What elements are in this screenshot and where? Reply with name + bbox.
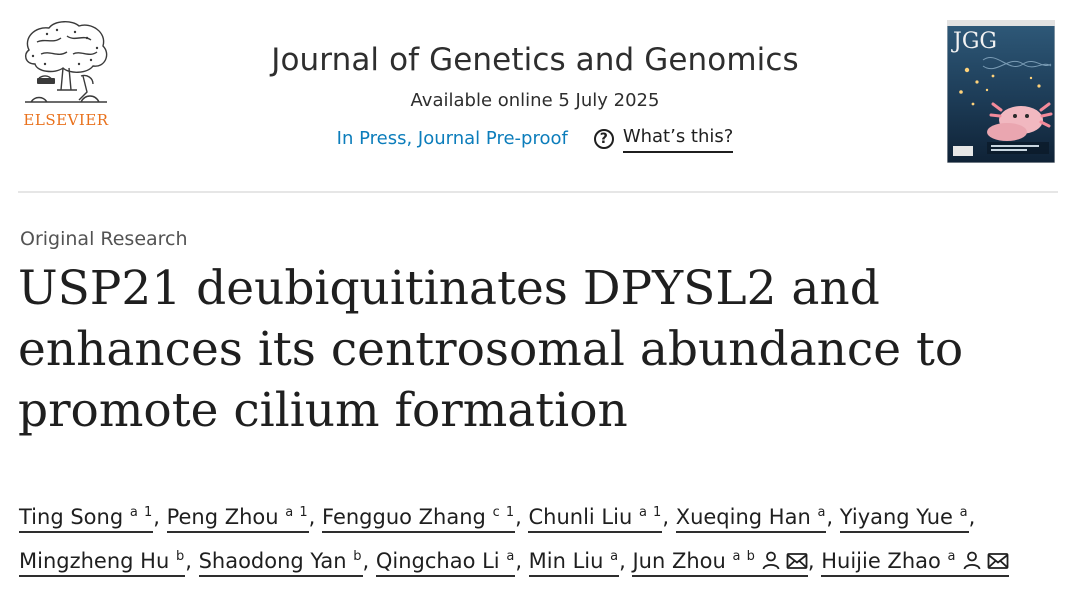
- author-affiliation-mark: a: [506, 549, 516, 564]
- author-affiliation-mark: a: [959, 505, 969, 520]
- publisher-wordmark: ELSEVIER: [23, 111, 109, 129]
- author-affiliation-mark: a 1: [129, 505, 154, 520]
- author-item: Qingchao Li a,: [375, 549, 529, 577]
- author-list: Ting Song a 1, Peng Zhou a 1, Fengguo Zh…: [19, 493, 1059, 583]
- author-affiliation-mark: a 1: [285, 505, 309, 520]
- author-affiliation-mark: a 1: [638, 505, 663, 520]
- author-name: Xueqing Han: [675, 505, 811, 529]
- available-online-date: Available online 5 July 2025: [410, 90, 660, 111]
- author-item: Shaodong Yan b,: [198, 549, 376, 577]
- author-link[interactable]: Fengguo Zhang c 1: [322, 505, 516, 533]
- author-link[interactable]: Huijie Zhao a: [821, 549, 1009, 577]
- author-name: Peng Zhou: [166, 505, 279, 529]
- person-icon: [761, 544, 781, 583]
- article-status-row: In Press, Journal Pre-proof ? What’s thi…: [195, 124, 875, 153]
- author-item: Yiyang Yue a,: [839, 505, 975, 533]
- author-affiliation-mark: b: [175, 549, 186, 564]
- author-link[interactable]: Chunli Liu a 1: [528, 505, 663, 533]
- author-link[interactable]: Yiyang Yue a: [839, 505, 969, 533]
- author-item: Min Liu a,: [528, 549, 633, 577]
- whats-this-button[interactable]: ? What’s this?: [593, 124, 734, 153]
- journal-masthead: Journal of Genetics and Genomics Availab…: [195, 40, 875, 153]
- author-link[interactable]: Mingzheng Hu b: [19, 549, 186, 577]
- author-item: Xueqing Han a,: [675, 505, 840, 533]
- elsevier-logo[interactable]: ELSEVIER: [17, 20, 115, 130]
- cover-journal-abbrev: JGG: [951, 29, 997, 54]
- author-item: Huijie Zhao a: [821, 549, 1009, 577]
- header-divider: [18, 191, 1058, 193]
- question-circle-icon: ?: [593, 128, 614, 149]
- author-name: Jun Zhou: [632, 549, 726, 573]
- author-name: Mingzheng Hu: [19, 549, 170, 573]
- author-link[interactable]: Ting Song a 1: [19, 505, 154, 533]
- in-press-link[interactable]: In Press, Journal Pre-proof: [337, 126, 568, 152]
- author-link[interactable]: Min Liu a: [528, 549, 620, 577]
- author-name: Shaodong Yan: [198, 549, 347, 573]
- author-link[interactable]: Jun Zhou a b: [632, 549, 808, 577]
- author-name: Qingchao Li: [375, 549, 500, 573]
- author-item: Ting Song a 1,: [19, 505, 167, 533]
- author-affiliation-mark: a: [947, 549, 957, 564]
- elsevier-tree-icon: [24, 21, 108, 103]
- author-link[interactable]: Qingchao Li a: [375, 549, 516, 577]
- author-affiliation-mark: a: [610, 549, 620, 564]
- author-affiliation-mark: c 1: [492, 505, 516, 520]
- author-item: Mingzheng Hu b,: [19, 549, 199, 577]
- author-affiliation-mark: b: [353, 549, 363, 564]
- envelope-icon: [987, 544, 1009, 583]
- author-name: Huijie Zhao: [821, 549, 941, 573]
- author-name: Min Liu: [528, 549, 604, 573]
- author-link[interactable]: Peng Zhou a 1: [166, 505, 309, 533]
- author-name: Ting Song: [19, 505, 124, 529]
- article-title: USP21 deubiquitinates DPYSL2 and enhance…: [18, 261, 964, 438]
- author-link[interactable]: Xueqing Han a: [675, 505, 827, 533]
- author-name: Yiyang Yue: [839, 505, 953, 529]
- person-icon: [962, 544, 982, 583]
- author-item: Chunli Liu a 1,: [528, 505, 675, 533]
- author-affiliation-mark: a: [817, 505, 827, 520]
- article-type-label: Original Research: [20, 228, 188, 250]
- author-name: Fengguo Zhang: [322, 505, 486, 529]
- author-name: Chunli Liu: [528, 505, 633, 529]
- journal-title[interactable]: Journal of Genetics and Genomics: [195, 40, 875, 80]
- author-link[interactable]: Shaodong Yan b: [198, 549, 363, 577]
- journal-cover-image[interactable]: JGG: [946, 19, 1056, 164]
- author-item: Fengguo Zhang c 1,: [322, 505, 528, 533]
- author-item: Jun Zhou a b,: [632, 549, 821, 577]
- author-item: Peng Zhou a 1,: [166, 505, 322, 533]
- envelope-icon: [786, 544, 808, 583]
- author-affiliation-mark: a b: [732, 549, 756, 564]
- whats-this-label: What’s this?: [622, 124, 734, 153]
